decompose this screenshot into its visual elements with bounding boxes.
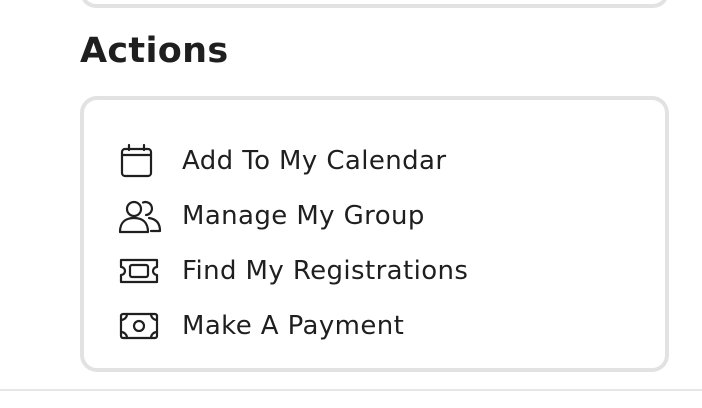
manage-group-action[interactable]: Manage My Group <box>118 188 468 243</box>
action-label: Find My Registrations <box>182 255 469 286</box>
action-label: Manage My Group <box>182 200 425 231</box>
action-list: Add To My Calendar Manage My Group Find … <box>118 133 468 353</box>
add-to-calendar-action[interactable]: Add To My Calendar <box>118 133 468 188</box>
group-icon <box>118 196 162 236</box>
page: Actions Add To My Calendar Manage My Gro… <box>0 0 702 408</box>
calendar-icon <box>118 141 162 181</box>
make-payment-action[interactable]: Make A Payment <box>118 298 468 353</box>
action-label: Make A Payment <box>182 310 405 341</box>
action-label: Add To My Calendar <box>182 145 447 176</box>
previous-card-edge <box>80 0 669 8</box>
find-registrations-action[interactable]: Find My Registrations <box>118 243 468 298</box>
ticket-icon <box>118 251 162 291</box>
actions-card: Add To My Calendar Manage My Group Find … <box>80 96 669 372</box>
divider <box>0 389 702 391</box>
money-icon <box>118 306 162 346</box>
section-title: Actions <box>80 31 229 71</box>
